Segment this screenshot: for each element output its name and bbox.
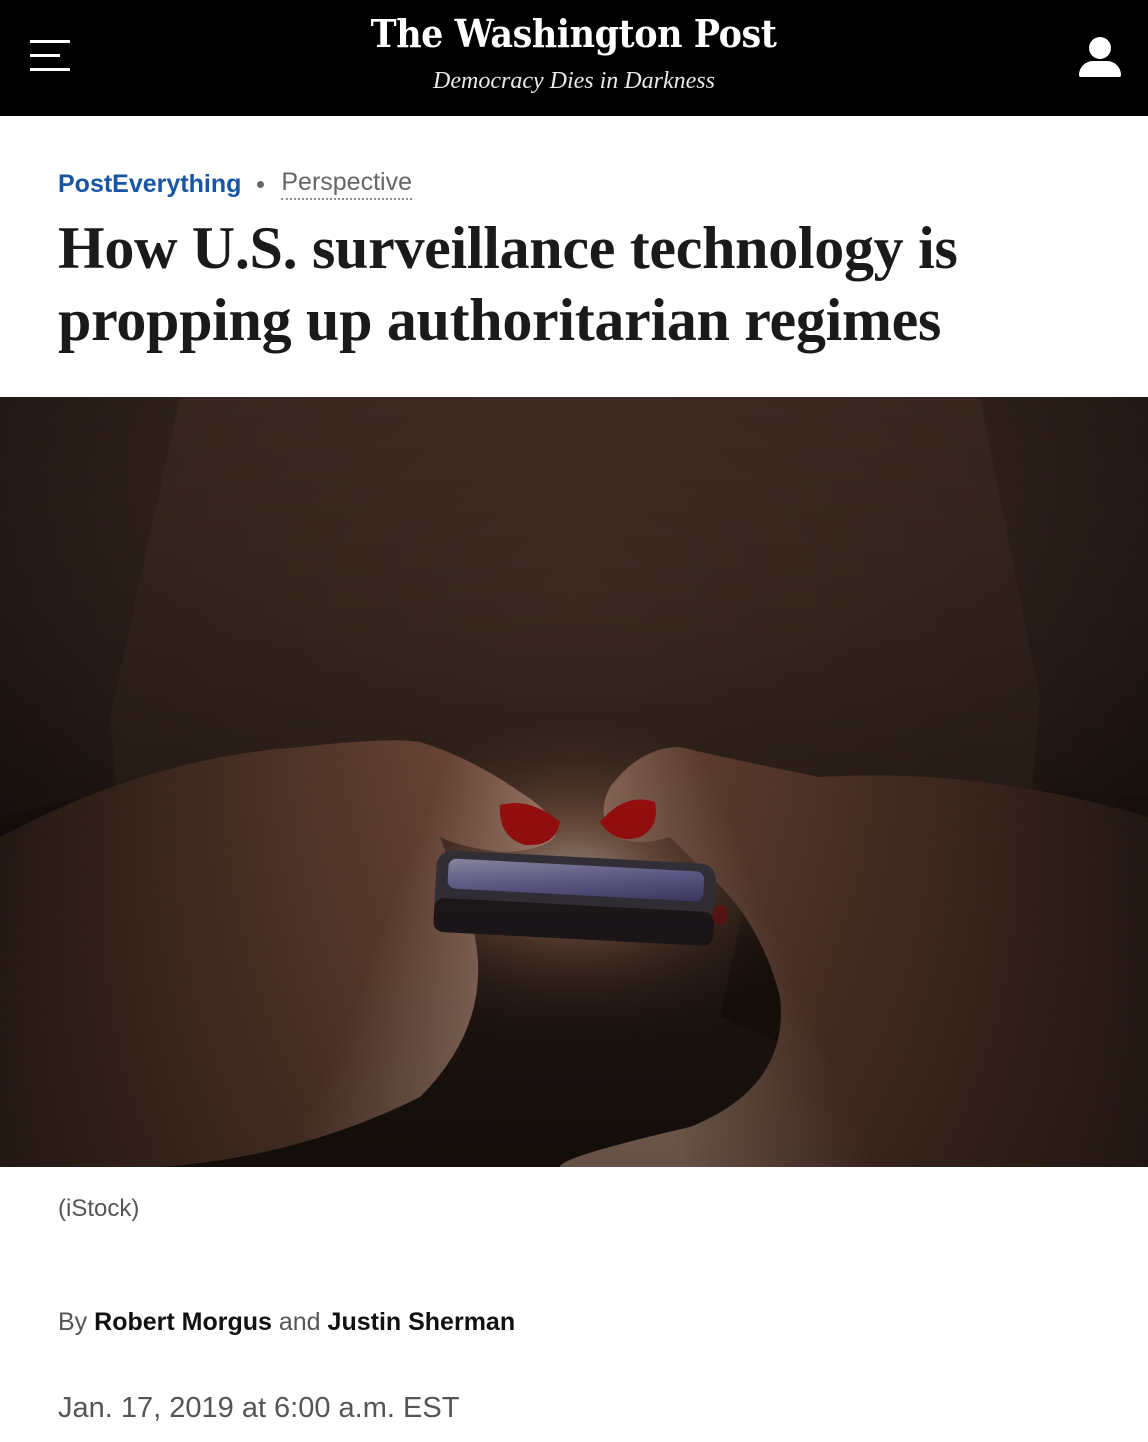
phone-in-hands-photo bbox=[0, 397, 1148, 1167]
author-link[interactable]: Robert Morgus bbox=[94, 1308, 272, 1336]
separator-dot-icon bbox=[257, 180, 265, 188]
image-caption: (iStock) bbox=[58, 1195, 140, 1222]
byline-prefix: By bbox=[58, 1308, 88, 1336]
article-headline: How U.S. surveillance technology is prop… bbox=[58, 215, 958, 353]
site-logo[interactable]: The Washington Post bbox=[371, 8, 777, 60]
masthead: The Washington Post Democracy Dies in Da… bbox=[0, 8, 1148, 94]
site-tagline: Democracy Dies in Darkness bbox=[433, 68, 715, 94]
byline-conjunction: and bbox=[278, 1308, 321, 1336]
article-kicker: PostEverything Perspective bbox=[58, 164, 412, 204]
section-link[interactable]: PostEverything bbox=[58, 170, 241, 199]
lead-image bbox=[0, 397, 1148, 1167]
byline: By Robert Morgus and Justin Sherman bbox=[58, 1308, 515, 1337]
user-account-icon[interactable] bbox=[1074, 34, 1126, 82]
publish-date: Jan. 17, 2019 at 6:00 a.m. EST bbox=[58, 1392, 460, 1424]
author-link[interactable]: Justin Sherman bbox=[328, 1308, 516, 1336]
top-navigation-bar: The Washington Post Democracy Dies in Da… bbox=[0, 0, 1148, 116]
perspective-label[interactable]: Perspective bbox=[281, 168, 412, 200]
